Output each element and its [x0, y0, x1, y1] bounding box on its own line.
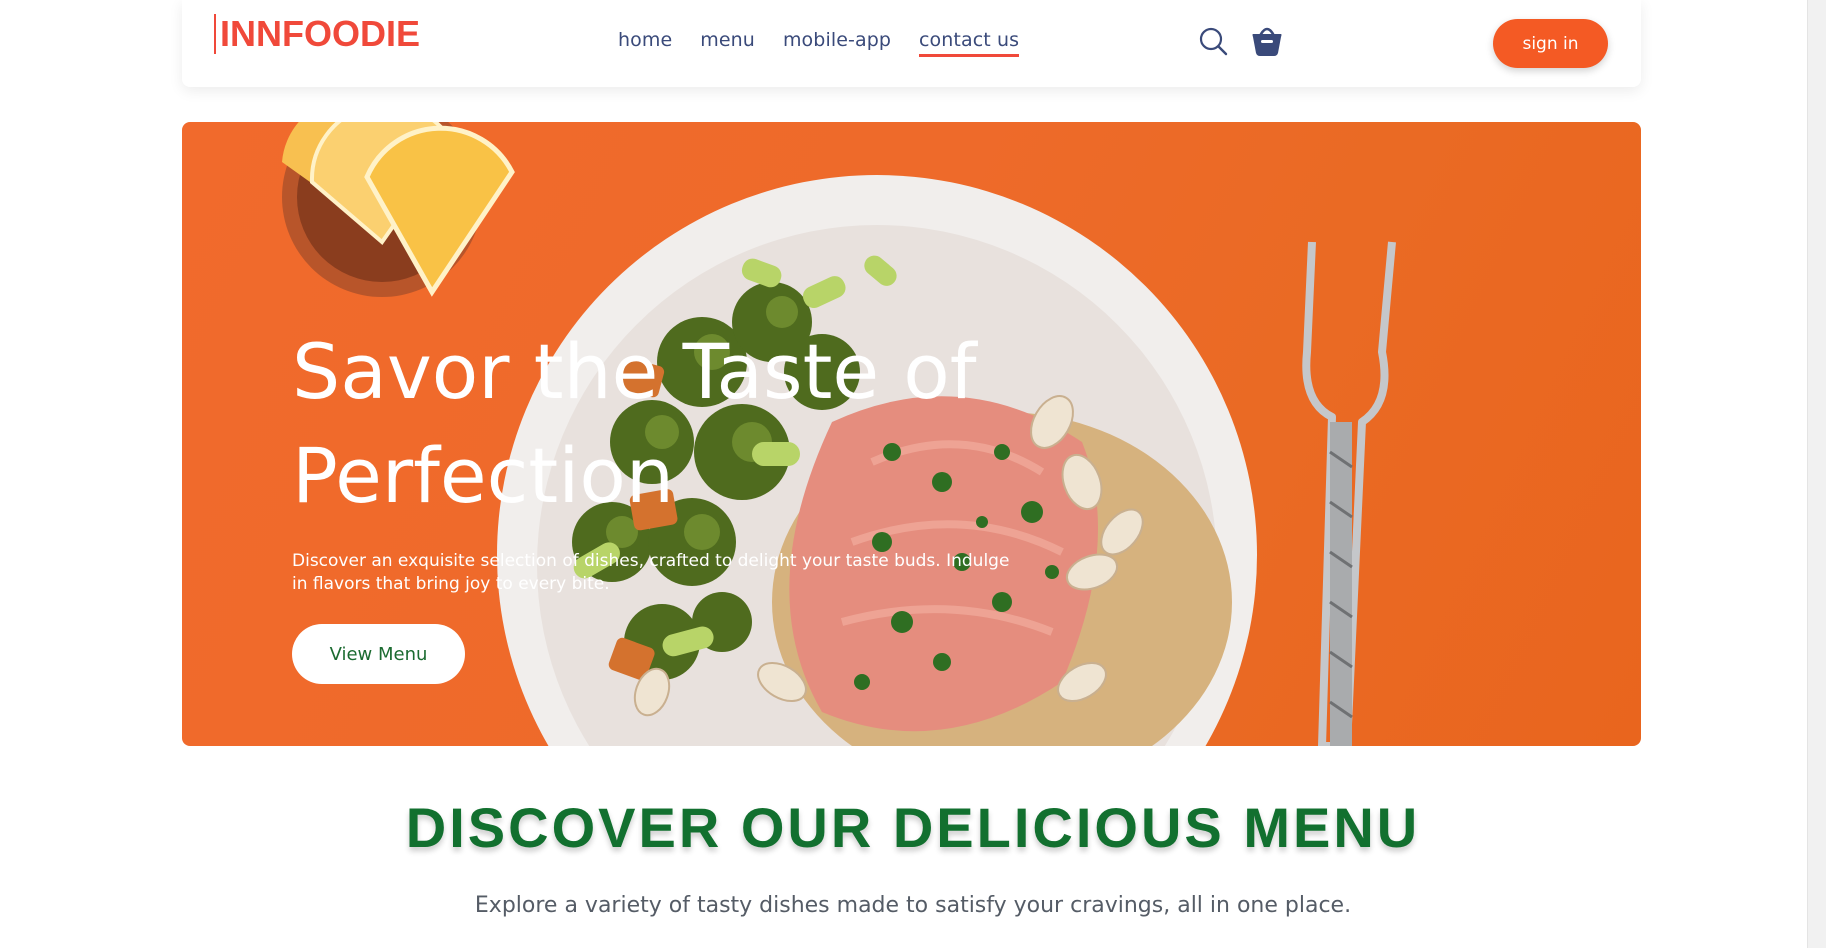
- lemon-bowl-image: [282, 122, 515, 297]
- brand-logo[interactable]: INNFOODIE: [214, 14, 420, 54]
- fork-image: [1302, 241, 1396, 746]
- search-icon[interactable]: [1198, 26, 1228, 56]
- menu-section-subtitle: Explore a variety of tasty dishes made t…: [474, 893, 1352, 918]
- basket-icon[interactable]: [1250, 22, 1284, 58]
- hero-title: Savor the Taste of Perfection: [292, 320, 1052, 528]
- hero-title-line1: Savor the Taste of: [292, 327, 977, 416]
- top-navbar: INNFOODIE home menu mobile-app contact u…: [182, 0, 1641, 87]
- nav-link-mobile-app[interactable]: mobile-app: [783, 29, 891, 57]
- sign-in-button[interactable]: sign in: [1493, 19, 1608, 68]
- hero-banner: Savor the Taste of Perfection Discover a…: [182, 122, 1641, 746]
- menu-section-title: DISCOVER OUR DELICIOUS MENU: [405, 796, 1421, 859]
- view-menu-button[interactable]: View Menu: [292, 624, 465, 684]
- main-nav: home menu mobile-app contact us: [618, 29, 1020, 57]
- nav-link-home[interactable]: home: [618, 29, 672, 57]
- nav-link-contact-us[interactable]: contact us: [919, 29, 1020, 57]
- hero-title-line2: Perfection: [292, 431, 675, 520]
- nav-link-menu[interactable]: menu: [700, 29, 755, 57]
- hero-description: Discover an exquisite selection of dishe…: [292, 551, 1010, 594]
